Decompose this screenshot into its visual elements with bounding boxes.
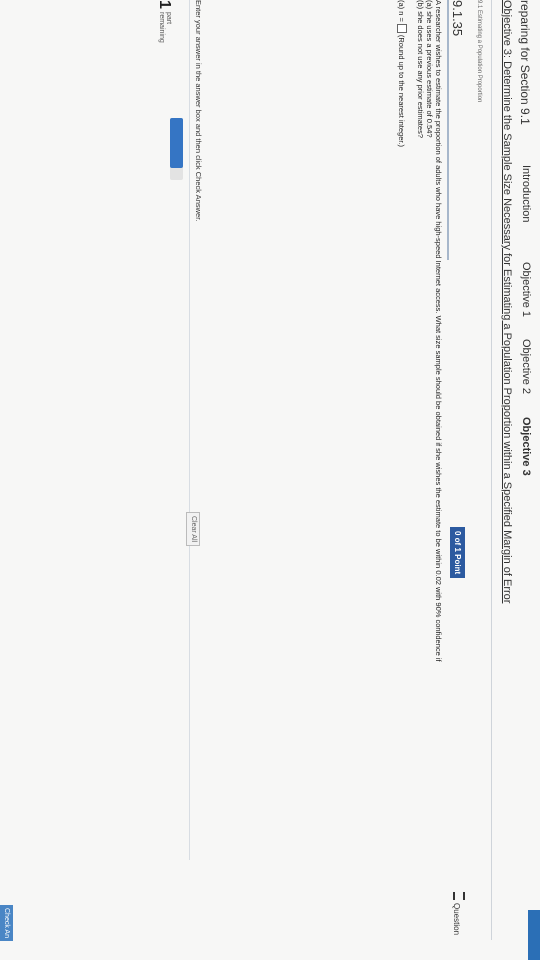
answer-hint: (Round up to the nearest integer.) — [397, 34, 406, 148]
header-divider — [491, 0, 492, 940]
question-line-1: A researcher wishes to estimate the prop… — [434, 0, 443, 662]
objective-title[interactable]: Objective 3: Determine the Sample Size N… — [501, 0, 513, 603]
progress-fill — [170, 118, 183, 168]
points-badge: 0 of 1 Point — [450, 527, 465, 579]
parts-label-part: part — [165, 12, 172, 25]
parts-count: 1 — [156, 0, 173, 9]
tab-objective-2[interactable]: Objective 2 — [520, 339, 532, 394]
parts-label-remaining: remaining — [158, 12, 165, 43]
section-title: reparing for Section 9.1 — [518, 0, 532, 125]
list-icon — [453, 892, 465, 900]
question-text: A researcher wishes to estimate the prop… — [416, 0, 443, 662]
question-line-3: (b) she does not use any prior estimates… — [416, 0, 425, 138]
question-button-label: Question — [452, 903, 461, 936]
parts-remaining: 1 part remaining — [155, 0, 175, 95]
answer-input[interactable] — [397, 23, 407, 33]
screen: reparing for Section 9.1 Introduction Ob… — [0, 0, 540, 960]
answer-row: (a) n = (Round up to the nearest integer.… — [397, 0, 407, 147]
question-id: 9.1.35 — [447, 0, 465, 260]
tab-objective-3[interactable]: Objective 3 — [520, 417, 532, 476]
instruction-divider — [189, 0, 190, 860]
tab-introduction[interactable]: Introduction — [520, 165, 532, 222]
progress-bar — [170, 118, 183, 180]
question-line-2: (a) she uses a previous estimate of 0.54… — [425, 0, 434, 138]
parts-label: part remaining — [158, 12, 172, 43]
answer-prefix: (a) n = — [397, 0, 406, 22]
check-answer-button[interactable]: Check An — [0, 905, 13, 941]
corner-badge — [528, 910, 540, 960]
instruction-text: Enter your answer in the answer box and … — [194, 0, 203, 222]
clear-all-button[interactable]: Clear All — [186, 512, 200, 547]
sub-title: 9.1 Estimating a Population Proportion — [476, 0, 482, 103]
tab-objective-1[interactable]: Objective 1 — [520, 262, 532, 317]
question-menu-button[interactable]: Question — [452, 892, 465, 935]
